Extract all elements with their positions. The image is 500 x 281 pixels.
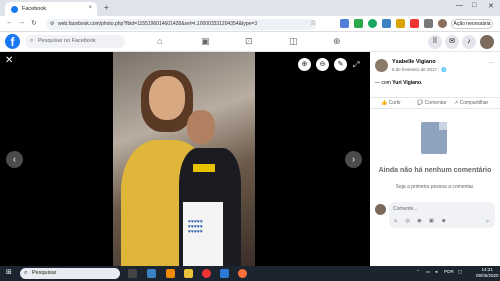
facebook-logo[interactable]: f (5, 34, 20, 49)
taskbar-clock[interactable]: 14:21 09/05/2020 (476, 267, 499, 279)
post-options-icon[interactable]: ··· (488, 60, 494, 66)
minimize-button[interactable]: — (456, 2, 463, 9)
photo-figure (149, 76, 185, 120)
network-icon[interactable]: ▭ (426, 269, 430, 275)
post-actions: 👍 Curtir 💬 Comentar ↗ Compartilhar (370, 97, 500, 109)
fullscreen-icon[interactable]: ⤢ (353, 60, 359, 70)
messenger-icon[interactable]: ✉ (445, 35, 459, 49)
browser-tab-strip: Facebook × + — □ ✕ (0, 0, 500, 16)
no-comments-document-icon (421, 122, 447, 154)
no-comments-title: Ainda não há nenhum comentário (378, 167, 492, 174)
search-icon: ⌕ (24, 270, 28, 276)
share-button[interactable]: ↗ Compartilhar (454, 100, 488, 106)
comment-placeholder: Comente... (393, 206, 418, 212)
notification-icon[interactable]: ▢ (458, 269, 462, 275)
send-icon[interactable]: ➤ (485, 218, 490, 225)
account-avatar[interactable] (480, 35, 494, 49)
extension-icon[interactable] (410, 19, 419, 28)
facebook-header: f ⌕ Pesquisar no Facebook ⌂ ▣ ⊡ ◫ ⊕ ⠿ ✉ … (0, 32, 500, 52)
tag-icon[interactable]: ✎ (334, 58, 347, 71)
photo-viewer: ✕ ♥♥♥♥♥ ♥♥♥♥♥ ♥♥♥♥♥ ‹ › ⊕ ⊖ ✎ ⤢ (0, 52, 370, 266)
task-view-icon[interactable] (128, 269, 137, 278)
close-viewer-icon[interactable]: ✕ (5, 55, 13, 66)
close-window-button[interactable]: ✕ (488, 2, 494, 10)
extension-icon[interactable] (368, 19, 377, 28)
windows-start-icon[interactable]: ⊞ (6, 268, 12, 276)
tab-title: Facebook (22, 6, 47, 12)
tab-facebook[interactable]: Facebook × (5, 2, 97, 16)
post-details-panel: Ysabelle Vigiano 8 de fevereiro de 2017 … (370, 52, 500, 266)
no-comments-subtitle: Seja a primeira pessoa a comentar. (395, 184, 475, 190)
comment-emoji-icons[interactable]: ☺ ◎ ◉ ▣ ☻ (393, 218, 449, 224)
zoom-in-icon[interactable]: ⊕ (298, 58, 311, 71)
clock-date: 09/05/2020 (476, 273, 499, 278)
volume-icon[interactable]: ◂ (435, 269, 437, 275)
file-explorer-icon[interactable] (184, 269, 193, 278)
chrome-icon[interactable] (202, 269, 211, 278)
home-icon[interactable]: ⌂ (157, 36, 162, 46)
browser-toolbar: ← → ↻ ⚙ web.facebook.com/photo.php?fbid=… (0, 16, 500, 32)
vlc-icon[interactable] (166, 269, 175, 278)
back-arrow-icon[interactable]: ← (6, 19, 13, 26)
menu-grid-icon[interactable]: ⠿ (428, 35, 442, 49)
reload-icon[interactable]: ↻ (31, 19, 37, 27)
photo[interactable]: ♥♥♥♥♥ ♥♥♥♥♥ ♥♥♥♥♥ (113, 52, 255, 266)
with-prefix: — com (375, 80, 391, 86)
site-info-icon[interactable]: ⚙ (50, 19, 54, 30)
comment-button[interactable]: 💬 Comentar (417, 100, 447, 106)
video-icon[interactable]: ▣ (201, 36, 210, 47)
post-author[interactable]: Ysabelle Vigiano (392, 59, 436, 65)
marketplace-icon[interactable]: ⊡ (245, 36, 253, 47)
input-language[interactable]: POR (444, 269, 454, 274)
post-date[interactable]: 8 de fevereiro de 2017 · 🌐 (392, 67, 447, 73)
profile-avatar[interactable] (438, 19, 447, 28)
photo-hearts: ♥♥♥♥♥ ♥♥♥♥♥ ♥♥♥♥♥ (188, 219, 203, 235)
comment-label: Comentar (424, 100, 447, 106)
commenter-avatar (375, 204, 386, 215)
author-avatar[interactable] (375, 59, 388, 72)
taskbar-search[interactable]: ⌕ Pesquisar (20, 268, 120, 279)
photo-figure (193, 164, 215, 172)
update-required-button[interactable]: Ação necessária (451, 19, 493, 29)
previous-photo-button[interactable]: ‹ (6, 151, 23, 168)
like-label: Curtir (388, 100, 401, 106)
notifications-bell-icon[interactable]: ♪ (462, 35, 476, 49)
windows-taskbar: ⊞ ⌕ Pesquisar ⌃ ▭ ◂ POR ▢ 14:21 09/05/20… (0, 266, 500, 281)
tab-close-icon[interactable]: × (88, 5, 92, 11)
search-icon: ⌕ (30, 38, 34, 44)
firefox-icon[interactable] (238, 269, 247, 278)
search-placeholder: Pesquisar no Facebook (38, 38, 96, 44)
taskbar-app-icon[interactable] (147, 269, 156, 278)
maximize-button[interactable]: □ (472, 2, 476, 9)
extension-icon[interactable] (382, 19, 391, 28)
next-photo-button[interactable]: › (345, 151, 362, 168)
facebook-search-input[interactable]: ⌕ Pesquisar no Facebook (25, 35, 125, 48)
taskbar-app-icon[interactable] (220, 269, 229, 278)
extension-icon[interactable] (340, 19, 349, 28)
facebook-favicon-icon (11, 5, 18, 13)
new-tab-button[interactable]: + (104, 3, 109, 12)
extension-icon[interactable] (396, 19, 405, 28)
extension-icon[interactable] (354, 19, 363, 28)
share-label: Compartilhar (459, 100, 489, 106)
tagged-person-link[interactable]: Yuri Vigiano (392, 80, 421, 86)
photo-figure (187, 110, 215, 144)
groups-icon[interactable]: ◫ (289, 36, 298, 47)
zoom-out-icon[interactable]: ⊖ (316, 58, 329, 71)
tray-chevron-icon[interactable]: ⌃ (416, 269, 420, 275)
taskbar-search-label: Pesquisar (32, 270, 57, 276)
comment-input[interactable]: Comente... ☺ ◎ ◉ ▣ ☻ ➤ (389, 202, 495, 228)
bookmark-star-icon[interactable]: ☆ (310, 19, 316, 27)
address-bar[interactable]: ⚙ web.facebook.com/photo.php?fbid=115519… (46, 18, 316, 30)
like-button[interactable]: 👍 Curtir (381, 100, 401, 106)
forward-arrow-icon[interactable]: → (18, 19, 25, 26)
gaming-icon[interactable]: ⊕ (333, 36, 341, 47)
address-url: web.facebook.com/photo.php?fbid=11551960… (58, 20, 258, 27)
extensions-puzzle-icon[interactable] (424, 19, 433, 28)
post-with-text: — com Yuri Vigiano. (375, 80, 423, 86)
